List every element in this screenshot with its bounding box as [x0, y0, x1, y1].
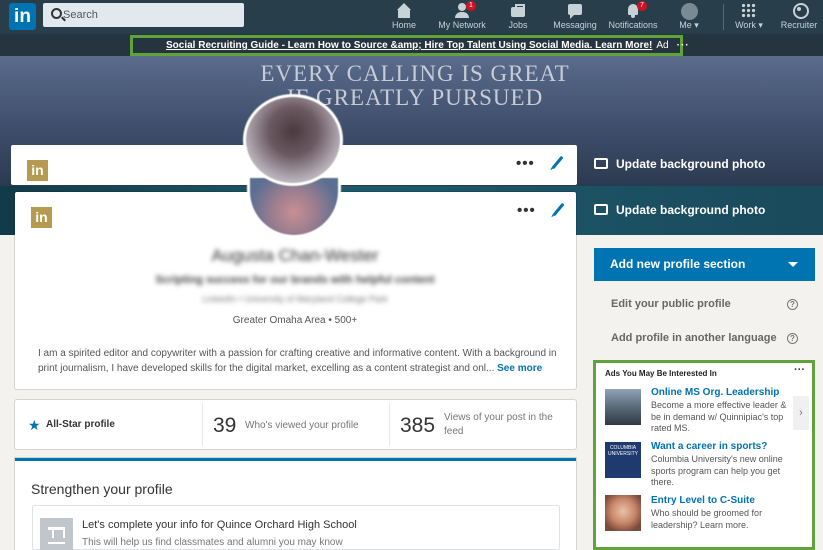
- nav-notifications[interactable]: 7 Notifications: [604, 0, 662, 34]
- ad-desc-csuite: Who should be groomed for leadership? Le…: [651, 508, 763, 530]
- more-icon[interactable]: •••: [516, 155, 535, 172]
- ad-image-columbia[interactable]: COLUMBIA UNIVERSITY: [605, 442, 641, 478]
- nav-messaging[interactable]: Messaging: [552, 0, 598, 34]
- network-badge: 1: [466, 1, 476, 11]
- nav-work[interactable]: Work ▾: [733, 0, 765, 34]
- views-label[interactable]: Who's viewed your profile: [245, 419, 359, 433]
- ad-image-csuite[interactable]: [605, 495, 641, 531]
- avatar-icon: [680, 3, 698, 20]
- bell-icon: 7: [625, 1, 647, 18]
- people-icon: 1: [454, 1, 476, 18]
- home-icon: [396, 3, 412, 18]
- profile-summary: I am a spirited editor and copywriter wi…: [38, 348, 557, 374]
- photo-icon: [594, 158, 608, 169]
- ad-image-leadership[interactable]: [605, 389, 641, 425]
- chevron-down-icon[interactable]: [788, 262, 798, 267]
- search-input[interactable]: [63, 3, 238, 27]
- ad-title-csuite[interactable]: Entry Level to C-Suite: [651, 495, 755, 506]
- profile-name: Augusta Chan-Wester: [211, 246, 379, 265]
- stat-divider: [202, 403, 203, 446]
- add-profile-section-button[interactable]: Add new profile section: [594, 248, 815, 281]
- nav-home[interactable]: Home: [384, 0, 424, 34]
- allstar-label[interactable]: All-Star profile: [46, 419, 115, 433]
- ad-strip: Social Recruiting Guide - Learn How to S…: [0, 34, 823, 56]
- ads-next-arrow[interactable]: ›: [793, 396, 809, 430]
- nav-jobs[interactable]: Jobs: [500, 0, 536, 34]
- search-icon: [51, 8, 62, 19]
- school-suggestion-desc: This will help us find classmates and al…: [82, 537, 343, 548]
- nav-divider: [723, 4, 724, 30]
- top-ad-link[interactable]: Social Recruiting Guide - Learn How to S…: [166, 40, 652, 51]
- school-icon: [40, 518, 73, 550]
- company-logo-2[interactable]: in: [31, 207, 52, 228]
- update-background-button-2[interactable]: Update background photo: [594, 203, 765, 217]
- ad-title-sports[interactable]: Want a career in sports?: [651, 441, 767, 452]
- ad-desc-sports: Columbia University's new online sports …: [651, 454, 783, 487]
- edit-pencil-icon-2[interactable]: [552, 202, 565, 217]
- grid-icon: [741, 3, 757, 18]
- views-count[interactable]: 39: [213, 414, 236, 438]
- help-icon[interactable]: ?: [787, 299, 798, 310]
- edit-pencil-icon[interactable]: [551, 155, 564, 170]
- photo-icon: [594, 204, 608, 215]
- nav-my-network[interactable]: 1 My Network: [434, 0, 490, 34]
- ads-more-icon[interactable]: ···: [794, 364, 805, 376]
- edit-public-profile-link[interactable]: Edit your public profile: [611, 298, 731, 310]
- ads-panel: Ads You May Be Interested In ··· Online …: [593, 360, 815, 550]
- ads-header: Ads You May Be Interested In: [605, 369, 717, 378]
- add-language-profile-link[interactable]: Add profile in another language: [611, 332, 777, 344]
- ad-title-leadership[interactable]: Online MS Org. Leadership: [651, 387, 779, 398]
- star-icon: ★: [28, 417, 41, 433]
- post-views-label[interactable]: Views of your post in the feed: [444, 411, 564, 439]
- nav-recruiter[interactable]: Recruiter: [778, 0, 820, 34]
- post-views-count[interactable]: 385: [400, 414, 435, 438]
- ad-desc-leadership: Become a more effective leader & be in d…: [651, 400, 787, 433]
- stat-divider-2: [389, 403, 390, 446]
- linkedin-logo[interactable]: in: [9, 3, 36, 30]
- briefcase-icon: [510, 3, 526, 18]
- profile-subline: LinkedIn • University of Maryland Colleg…: [202, 294, 388, 304]
- messaging-icon: [567, 3, 583, 19]
- nav-me[interactable]: Me ▾: [674, 0, 704, 34]
- recruiter-icon: [791, 3, 809, 19]
- strengthen-title: Strengthen your profile: [31, 481, 173, 497]
- school-suggestion-title: Let's complete your info for Quince Orch…: [82, 519, 357, 531]
- profile-headline: Scripting success for our brands with he…: [155, 274, 435, 286]
- notifications-badge: 7: [637, 1, 647, 11]
- top-nav: in Home 1 My Network Jobs Messaging 7 No…: [0, 0, 823, 34]
- company-logo[interactable]: in: [27, 160, 48, 181]
- ad-label: Ad: [656, 40, 669, 51]
- connections-count[interactable]: • 500+: [328, 315, 357, 326]
- more-icon-2[interactable]: •••: [517, 202, 536, 219]
- update-background-button[interactable]: Update background photo: [594, 157, 765, 171]
- profile-location: Greater Omaha Area • 500+: [232, 315, 358, 326]
- see-more-link[interactable]: See more: [497, 363, 542, 374]
- profile-photo[interactable]: [243, 94, 343, 186]
- ad-more-icon[interactable]: ···: [677, 40, 690, 51]
- search-box[interactable]: [43, 3, 244, 27]
- top-ad-highlight: Social Recruiting Guide - Learn How to S…: [130, 35, 689, 56]
- help-icon-2[interactable]: ?: [787, 333, 798, 344]
